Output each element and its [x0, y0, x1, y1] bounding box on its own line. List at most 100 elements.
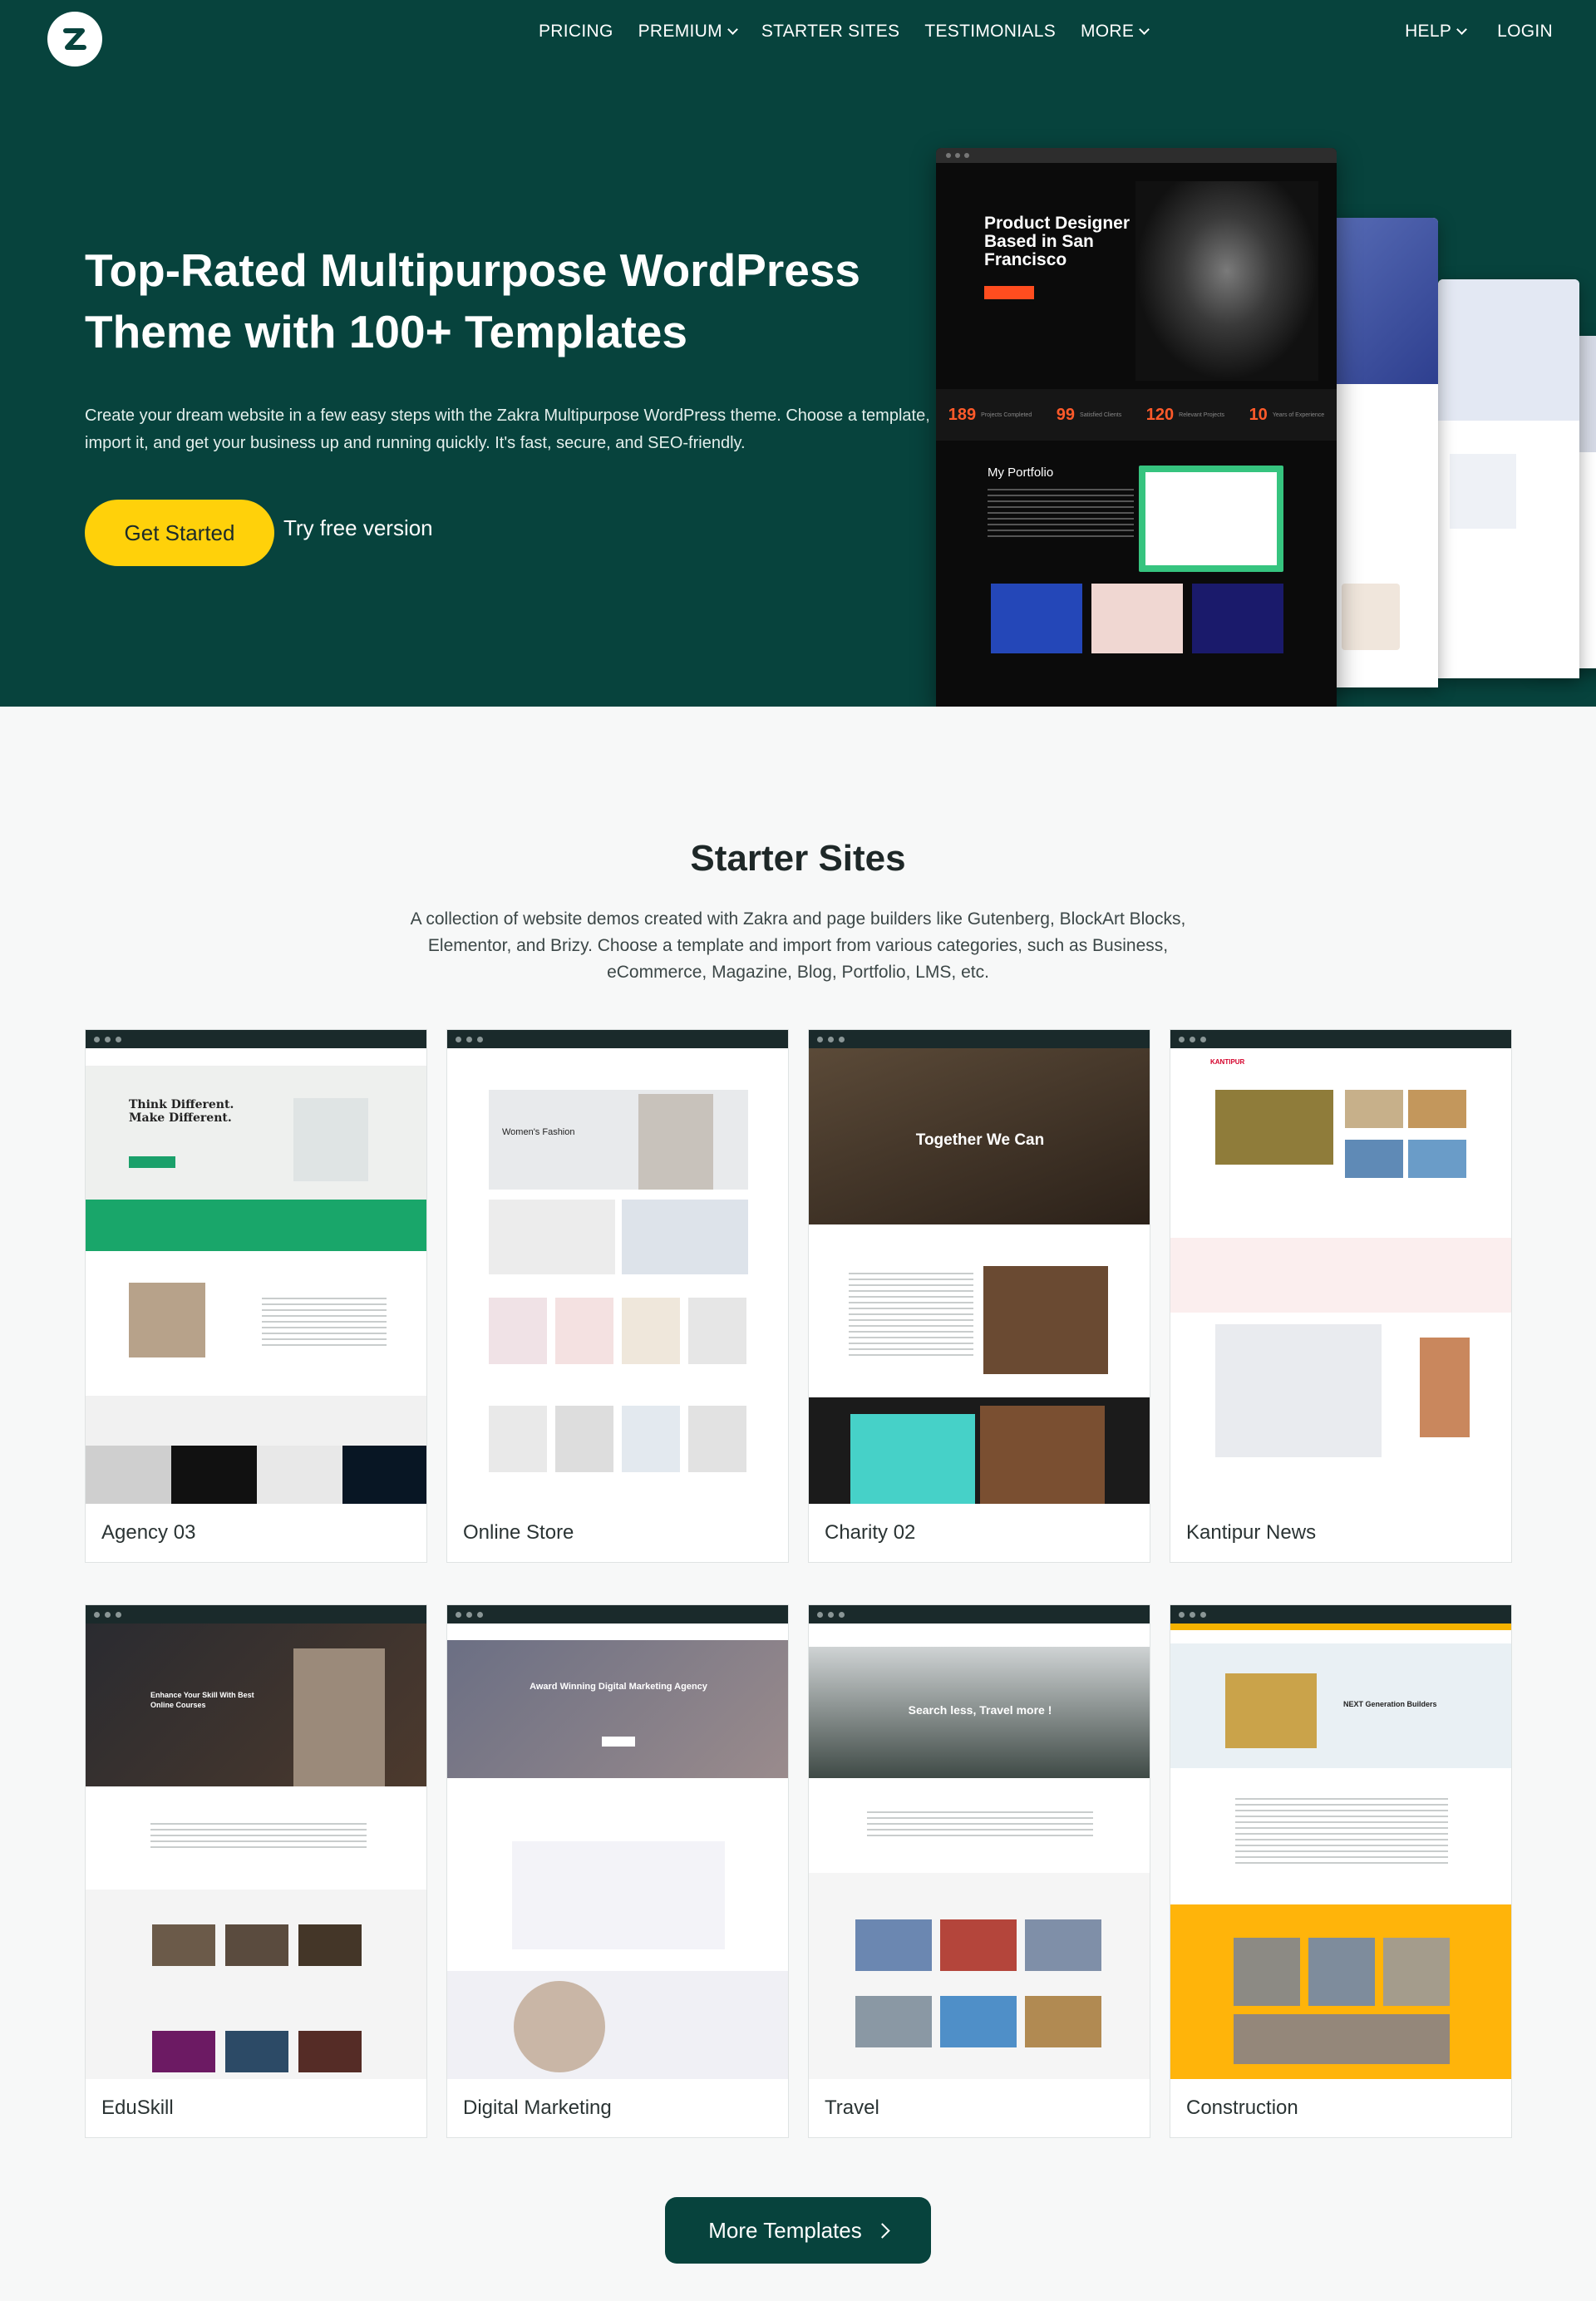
hero-mockup-main: Product Designer Based in San Francisco … [936, 148, 1337, 707]
template-card-travel[interactable]: Search less, Travel more ! Travel [808, 1604, 1150, 2138]
browser-bar [809, 1030, 1150, 1048]
stat-label: Projects Completed [981, 411, 1032, 418]
preview-services [1235, 1798, 1448, 1865]
mockup-stat: 10 Years of Experience [1249, 406, 1325, 425]
preview-heading: Think Different. Make Different. [129, 1098, 234, 1125]
nav-premium[interactable]: PREMIUM [638, 22, 738, 42]
template-card-agency-03[interactable]: Think Different. Make Different. Agency … [85, 1029, 427, 1563]
starter-sites-title: Starter Sites [690, 838, 906, 879]
template-card-construction[interactable]: NEXT Generation Builders Construction [1170, 1604, 1512, 2138]
browser-bar [1170, 1030, 1511, 1048]
nav-help[interactable]: HELP [1405, 22, 1468, 42]
preview-image [983, 1266, 1108, 1374]
mockup-button [984, 286, 1034, 299]
stat-value: 120 [1145, 405, 1175, 424]
preview-heading: Women's Fashion [502, 1127, 575, 1137]
preview-image [1345, 1090, 1403, 1128]
preview-image [1345, 1140, 1403, 1178]
template-card-eduskill[interactable]: Enhance Your Skill With Best Online Cour… [85, 1604, 427, 2138]
template-card-charity-02[interactable]: Together We Can Charity 02 [808, 1029, 1150, 1563]
template-name: Travel [825, 2097, 879, 2119]
nav-pricing-label: PRICING [539, 22, 613, 41]
preview-thumb [152, 1924, 215, 1966]
stat-label: Satisfied Clients [1080, 411, 1122, 418]
template-card-digital-marketing[interactable]: Award Winning Digital Marketing Agency D… [446, 1604, 789, 2138]
template-name: Charity 02 [825, 1521, 916, 1544]
preview-heading: Enhance Your Skill With Best Online Cour… [150, 1691, 254, 1709]
preview-features [867, 1811, 1093, 1836]
preview-thumb [1383, 1938, 1450, 2006]
template-card-kantipur-news[interactable]: KANTIPUR Kantipur News [1170, 1029, 1512, 1563]
preview-header [86, 1048, 426, 1067]
more-templates-button[interactable]: More Templates [665, 2197, 931, 2264]
nav-login-label: LOGIN [1497, 22, 1553, 41]
preview-product [555, 1406, 613, 1472]
preview-logo: KANTIPUR [1210, 1058, 1245, 1066]
try-free-version-link[interactable]: Try free version [283, 515, 433, 541]
preview-image [980, 1406, 1105, 1504]
stat-value: 10 [1249, 405, 1268, 424]
utility-menu: HELP LOGIN [1405, 22, 1553, 42]
main-menu: PRICING PREMIUM STARTER SITES TESTIMONIA… [539, 22, 1150, 42]
mockup-text-lines [988, 489, 1134, 539]
preview-heading: NEXT Generation Builders [1343, 1700, 1437, 1708]
preview-thumb [225, 2031, 288, 2072]
preview-heading: Together We Can [915, 1131, 1045, 1149]
preview-product [489, 1406, 547, 1472]
preview-text [262, 1298, 387, 1348]
preview-callout [850, 1414, 975, 1504]
preview-button [602, 1737, 635, 1747]
preview-thumb [257, 1446, 342, 1504]
template-name: Online Store [463, 1521, 574, 1544]
preview-image [622, 1200, 748, 1274]
browser-bar [936, 148, 1337, 163]
preview-image [489, 1200, 615, 1274]
preview-thumb [940, 1919, 1017, 1971]
chevron-right-icon [874, 2222, 890, 2239]
top-navigation: PRICING PREMIUM STARTER SITES TESTIMONIA… [0, 0, 1596, 68]
mockup-image [1342, 584, 1400, 650]
preview-features [150, 1823, 367, 1848]
nav-premium-label: PREMIUM [638, 22, 722, 41]
mockup-image [1438, 279, 1579, 421]
mockup-portfolio-image [1139, 466, 1283, 572]
preview-about [447, 1971, 788, 2079]
browser-bar [447, 1030, 788, 1048]
preview-hero [1170, 1643, 1511, 1768]
preview-thumb [342, 1446, 426, 1504]
preview-thumb [152, 2031, 215, 2072]
chevron-down-icon [727, 24, 738, 35]
nav-login[interactable]: LOGIN [1497, 22, 1553, 42]
preview-thumb [1234, 1938, 1300, 2006]
preview-product [489, 1298, 547, 1364]
mockup-thumb [1091, 584, 1183, 653]
stat-label: Years of Experience [1272, 411, 1325, 418]
stat-value: 189 [948, 405, 977, 424]
template-preview: Think Different. Make Different. [86, 1048, 426, 1504]
mockup-thumb [991, 584, 1082, 653]
template-preview: Search less, Travel more ! [809, 1624, 1150, 2079]
chevron-down-icon [1456, 24, 1468, 35]
preview-destinations [809, 1873, 1150, 2079]
nav-pricing[interactable]: PRICING [539, 22, 613, 42]
zakra-logo[interactable] [47, 12, 102, 67]
preview-illustration [293, 1098, 368, 1181]
get-started-button[interactable]: Get Started [85, 500, 274, 566]
nav-starter-sites[interactable]: STARTER SITES [761, 22, 900, 42]
preview-product [622, 1298, 680, 1364]
nav-testimonials[interactable]: TESTIMONIALS [924, 22, 1056, 42]
preview-services [512, 1841, 725, 1949]
preview-image [1408, 1090, 1466, 1128]
preview-categories [1170, 1238, 1511, 1313]
preview-heading: Award Winning Digital Marketing Agency [530, 1682, 707, 1692]
browser-bar [1170, 1605, 1511, 1624]
template-preview: Award Winning Digital Marketing Agency [447, 1624, 788, 2079]
preview-product [555, 1298, 613, 1364]
template-card-online-store[interactable]: Women's Fashion Online Store [446, 1029, 789, 1563]
preview-hero [86, 1067, 426, 1200]
portrait-image [1135, 181, 1318, 381]
preview-grid [1215, 1324, 1382, 1457]
browser-bar [809, 1605, 1150, 1624]
nav-more[interactable]: MORE [1081, 22, 1150, 42]
preview-image [129, 1283, 205, 1357]
